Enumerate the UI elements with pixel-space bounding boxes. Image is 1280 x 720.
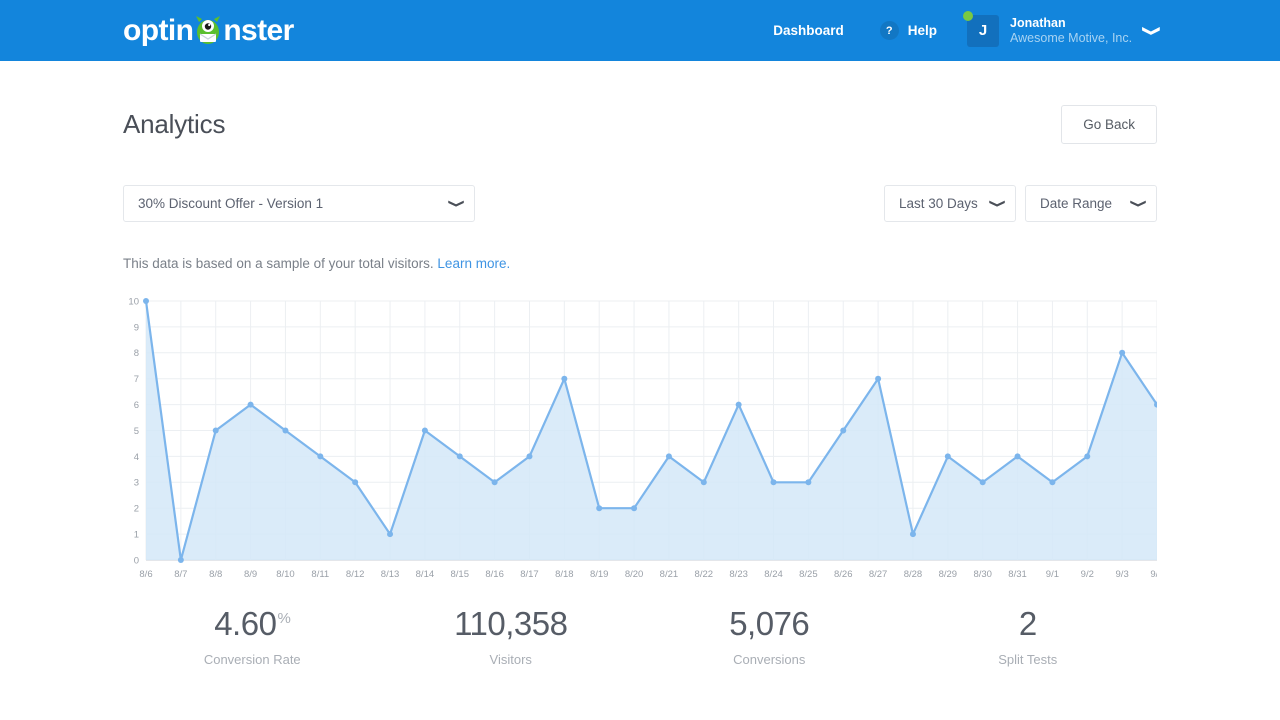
chevron-down-icon: ❯ xyxy=(448,199,463,208)
title-row: Analytics Go Back xyxy=(123,61,1157,144)
svg-text:9/1: 9/1 xyxy=(1046,569,1059,580)
top-header-bar: optin nster Dashboard ? Help J Jonat xyxy=(0,0,1280,61)
svg-text:8/12: 8/12 xyxy=(346,569,365,580)
stat-label: Conversion Rate xyxy=(123,652,382,667)
stat-card: 2 Split Tests xyxy=(899,606,1158,667)
svg-text:8/17: 8/17 xyxy=(520,569,539,580)
sample-data-note: This data is based on a sample of your t… xyxy=(123,256,1157,271)
svg-text:8/31: 8/31 xyxy=(1008,569,1027,580)
svg-text:10: 10 xyxy=(128,296,139,307)
chevron-down-icon: ❯ xyxy=(989,199,1004,208)
page-content: Analytics Go Back 30% Discount Offer - V… xyxy=(0,61,1280,667)
svg-text:8/26: 8/26 xyxy=(834,569,853,580)
stat-value: 110,358 xyxy=(382,606,641,642)
svg-text:1: 1 xyxy=(134,530,139,541)
learn-more-link[interactable]: Learn more. xyxy=(437,256,510,271)
time-range-select-value: Last 30 Days xyxy=(899,196,982,211)
optinmonster-logo[interactable]: optin nster xyxy=(123,16,294,46)
svg-text:5: 5 xyxy=(134,426,139,437)
svg-text:9/2: 9/2 xyxy=(1081,569,1094,580)
svg-text:8/18: 8/18 xyxy=(555,569,574,580)
account-organization: Awesome Motive, Inc. xyxy=(1010,31,1132,45)
logo-text-before: optin xyxy=(123,16,193,46)
online-status-dot xyxy=(963,11,973,21)
svg-text:7: 7 xyxy=(134,374,139,385)
svg-text:8/28: 8/28 xyxy=(904,569,923,580)
logo-text-after: nster xyxy=(223,16,293,46)
help-button[interactable]: ? Help xyxy=(880,21,937,40)
svg-text:4: 4 xyxy=(134,452,139,463)
account-name: Jonathan xyxy=(1010,16,1132,30)
question-mark-icon: ? xyxy=(880,21,899,40)
sample-note-text: This data is based on a sample of your t… xyxy=(123,256,434,271)
date-range-select-value: Date Range xyxy=(1040,196,1123,211)
account-menu[interactable]: J Jonathan Awesome Motive, Inc. ❯ xyxy=(967,15,1157,47)
svg-text:8/16: 8/16 xyxy=(485,569,504,580)
svg-text:8/8: 8/8 xyxy=(209,569,222,580)
stat-label: Split Tests xyxy=(899,652,1158,667)
svg-text:8/10: 8/10 xyxy=(276,569,295,580)
svg-text:8/19: 8/19 xyxy=(590,569,609,580)
svg-text:8/13: 8/13 xyxy=(381,569,400,580)
svg-text:8/24: 8/24 xyxy=(764,569,783,580)
svg-text:2: 2 xyxy=(134,504,139,515)
svg-text:8/14: 8/14 xyxy=(416,569,435,580)
stat-value: 2 xyxy=(899,606,1158,642)
stat-card: 4.60% Conversion Rate xyxy=(123,606,382,667)
svg-text:8/27: 8/27 xyxy=(869,569,888,580)
right-filters: Last 30 Days ❯ Date Range ❯ xyxy=(884,185,1157,222)
svg-text:8/20: 8/20 xyxy=(625,569,644,580)
svg-text:8/21: 8/21 xyxy=(660,569,679,580)
campaign-select[interactable]: 30% Discount Offer - Version 1 ❯ xyxy=(123,185,475,222)
nav-dashboard-link[interactable]: Dashboard xyxy=(773,23,844,38)
svg-text:8/6: 8/6 xyxy=(139,569,152,580)
svg-text:8/25: 8/25 xyxy=(799,569,818,580)
svg-text:8/11: 8/11 xyxy=(311,569,329,580)
date-range-select[interactable]: Date Range ❯ xyxy=(1025,185,1157,222)
avatar-wrapper: J xyxy=(967,15,999,47)
chevron-down-icon[interactable]: ❯ xyxy=(1141,25,1162,36)
svg-text:8/7: 8/7 xyxy=(174,569,187,580)
svg-text:8/30: 8/30 xyxy=(973,569,992,580)
stat-value: 5,076 xyxy=(640,606,899,642)
svg-text:8/22: 8/22 xyxy=(695,569,714,580)
help-label: Help xyxy=(908,23,937,38)
stat-label: Visitors xyxy=(382,652,641,667)
svg-text:9/3: 9/3 xyxy=(1116,569,1129,580)
svg-text:8/9: 8/9 xyxy=(244,569,257,580)
stat-card: 110,358 Visitors xyxy=(382,606,641,667)
avatar: J xyxy=(967,15,999,47)
svg-text:8/23: 8/23 xyxy=(729,569,748,580)
campaign-select-value: 30% Discount Offer - Version 1 xyxy=(138,196,441,211)
svg-text:6: 6 xyxy=(134,400,139,411)
conversion-chart-svg[interactable]: 0 1 2 3 4 5 6 7 8 9 10 8/6 8/7 8/8 8/9 8/10 8/11 8/12 8/13… xyxy=(123,292,1157,592)
go-back-button[interactable]: Go Back xyxy=(1061,105,1157,144)
svg-text:8/15: 8/15 xyxy=(451,569,470,580)
time-range-select[interactable]: Last 30 Days ❯ xyxy=(884,185,1016,222)
account-text: Jonathan Awesome Motive, Inc. xyxy=(1010,16,1132,45)
stat-value-suffix: % xyxy=(277,610,290,627)
stat-label: Conversions xyxy=(640,652,899,667)
svg-text:0: 0 xyxy=(134,555,139,566)
svg-text:8: 8 xyxy=(134,348,139,359)
svg-text:8/29: 8/29 xyxy=(939,569,958,580)
stats-row: 4.60%Conversion Rate110,358Visitors5,076… xyxy=(123,606,1157,667)
page-title: Analytics xyxy=(123,109,225,140)
svg-text:9/4: 9/4 xyxy=(1150,569,1157,580)
svg-text:3: 3 xyxy=(134,478,139,489)
stat-card: 5,076 Conversions xyxy=(640,606,899,667)
analytics-chart: 0 1 2 3 4 5 6 7 8 9 10 8/6 8/7 8/8 8/9 8/10 8/11 8/12 8/13… xyxy=(123,292,1157,592)
header-nav: Dashboard ? Help J Jonathan Awesome Moti… xyxy=(773,15,1157,47)
filter-row: 30% Discount Offer - Version 1 ❯ Last 30… xyxy=(123,185,1157,222)
svg-text:9: 9 xyxy=(134,322,139,333)
monster-icon xyxy=(194,15,222,45)
stat-value: 4.60% xyxy=(123,606,382,642)
chevron-down-icon: ❯ xyxy=(1130,199,1145,208)
